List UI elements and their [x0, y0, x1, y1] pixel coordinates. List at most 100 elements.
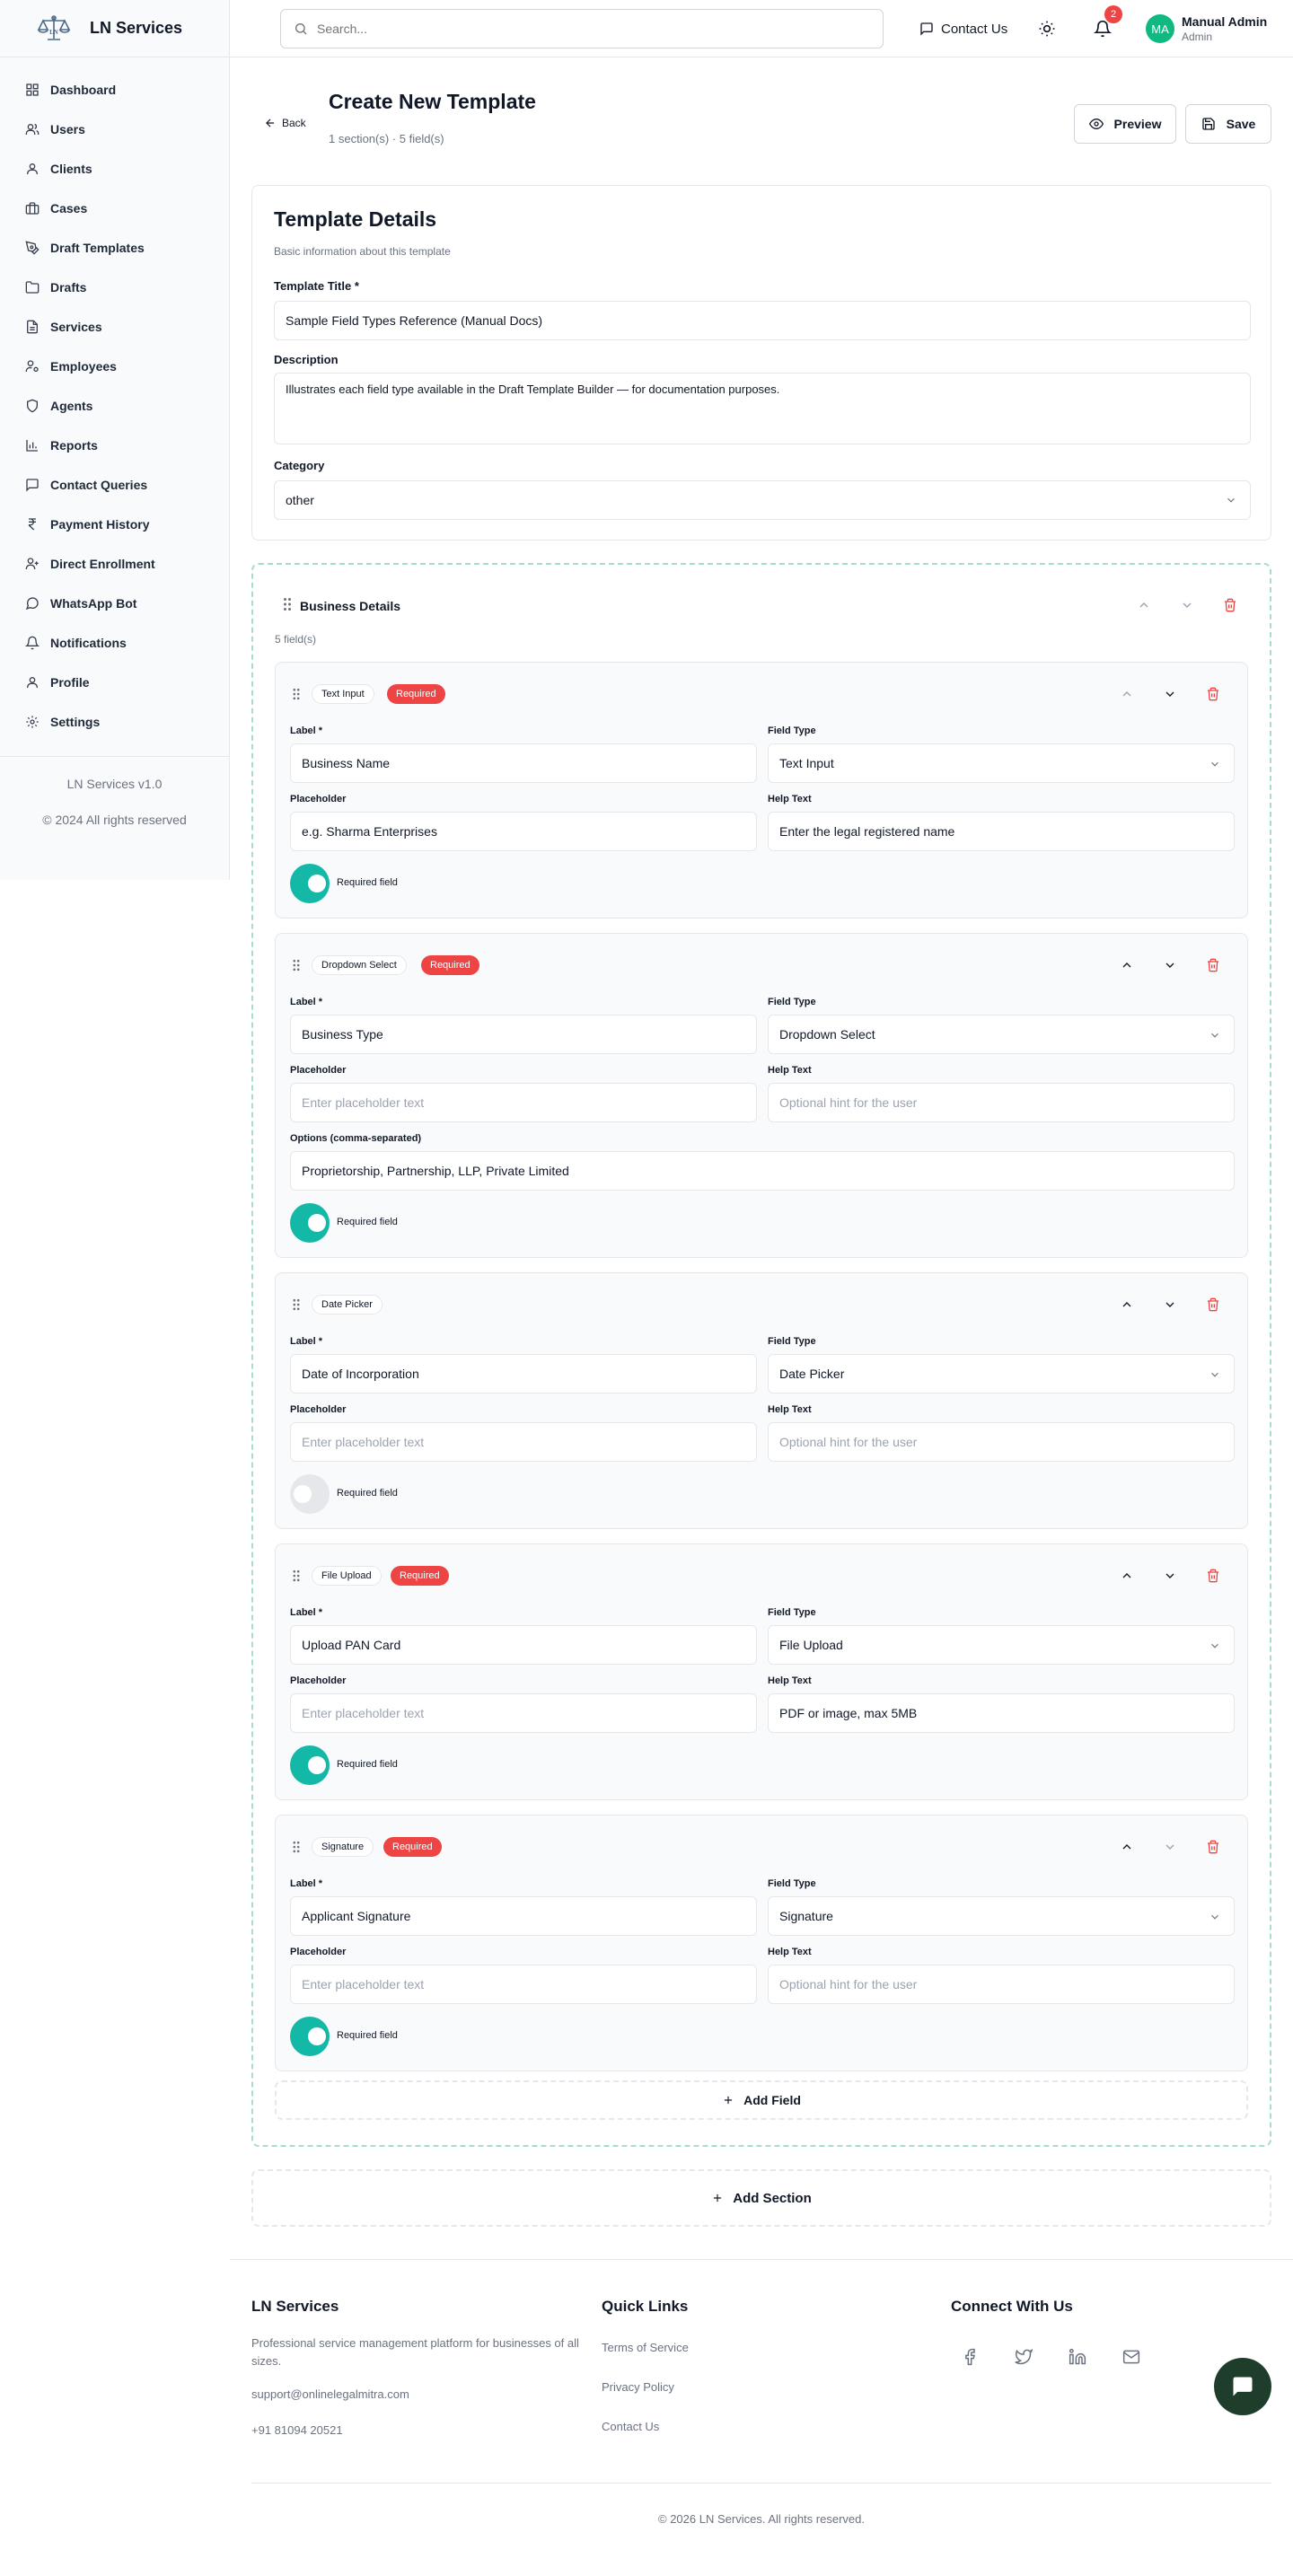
required-badge: Required — [387, 684, 445, 704]
field-type-select[interactable]: File Upload — [768, 1625, 1235, 1665]
sidebar-item-contact-queries[interactable]: Contact Queries — [0, 465, 229, 505]
add-field-button[interactable]: Add Field — [275, 2080, 1248, 2120]
required-toggle-label: Required field — [337, 1217, 398, 1227]
brand[interactable]: LN Services — [0, 0, 229, 57]
required-toggle[interactable] — [290, 1745, 330, 1785]
chevron-up-icon[interactable] — [1120, 687, 1134, 701]
sidebar-item-clients[interactable]: Clients — [0, 149, 229, 189]
sidebar-item-users[interactable]: Users — [0, 110, 229, 149]
gear-icon — [25, 715, 40, 729]
save-button[interactable]: Save — [1185, 104, 1271, 144]
sidebar-item-profile[interactable]: Profile — [0, 663, 229, 702]
label-input[interactable] — [290, 743, 757, 783]
facebook-icon[interactable] — [961, 2348, 979, 2366]
field-type-select[interactable]: Signature — [768, 1896, 1235, 1936]
drag-handle-icon[interactable] — [282, 597, 293, 611]
trash-icon[interactable] — [1206, 687, 1220, 701]
footer-link-privacy[interactable]: Privacy Policy — [602, 2380, 674, 2394]
linkedin-icon[interactable] — [1069, 2348, 1086, 2366]
sidebar-item-direct-enrollment[interactable]: Direct Enrollment — [0, 544, 229, 584]
category-select[interactable]: other — [274, 480, 1251, 520]
help-text-input[interactable] — [768, 1083, 1235, 1122]
mail-icon[interactable] — [1122, 2348, 1140, 2366]
footer-link-contact[interactable]: Contact Us — [602, 2420, 659, 2433]
add-section-button[interactable]: Add Section — [251, 2169, 1271, 2227]
trash-icon[interactable] — [1206, 1840, 1220, 1854]
chevron-up-icon[interactable] — [1137, 598, 1151, 612]
label-input[interactable] — [290, 1896, 757, 1936]
field-type-select[interactable]: Dropdown Select — [768, 1015, 1235, 1054]
footer-link-terms[interactable]: Terms of Service — [602, 2341, 689, 2354]
chevron-down-icon[interactable] — [1180, 598, 1194, 612]
chevron-up-icon[interactable] — [1120, 1297, 1134, 1312]
placeholder-input[interactable] — [290, 1083, 757, 1122]
required-toggle[interactable] — [290, 1474, 330, 1514]
footer-description: Professional service management platform… — [251, 2336, 579, 2368]
drag-handle-icon[interactable] — [292, 688, 301, 700]
options-input[interactable] — [290, 1151, 1235, 1191]
user-name[interactable]: Manual Admin — [1182, 14, 1267, 29]
required-toggle[interactable] — [290, 1203, 330, 1243]
drag-handle-icon[interactable] — [292, 959, 301, 971]
avatar[interactable]: MA — [1146, 14, 1174, 43]
sidebar-item-reports[interactable]: Reports — [0, 426, 229, 465]
field-type-select[interactable]: Text Input — [768, 743, 1235, 783]
footer-email[interactable]: support@onlinelegalmitra.com — [251, 2387, 409, 2401]
sidebar-item-cases[interactable]: Cases — [0, 189, 229, 228]
drag-handle-icon[interactable] — [292, 1841, 301, 1853]
chevron-up-icon[interactable] — [1120, 958, 1134, 972]
chevron-up-icon[interactable] — [1120, 1569, 1134, 1583]
placeholder-input[interactable] — [290, 1965, 757, 2004]
back-button[interactable]: Back — [264, 117, 306, 129]
template-title-input[interactable] — [274, 301, 1251, 340]
sidebar-item-draft-templates[interactable]: Draft Templates — [0, 228, 229, 268]
description-textarea[interactable]: Illustrates each field type available in… — [274, 373, 1251, 444]
sidebar-item-settings[interactable]: Settings — [0, 702, 229, 742]
sidebar-item-payment-history[interactable]: Payment History — [0, 505, 229, 544]
chevron-up-icon[interactable] — [1120, 1840, 1134, 1854]
required-toggle[interactable] — [290, 864, 330, 903]
label-input[interactable] — [290, 1015, 757, 1054]
chevron-down-icon[interactable] — [1163, 1569, 1177, 1583]
placeholder-input[interactable] — [290, 812, 757, 851]
help-text-input[interactable] — [768, 1693, 1235, 1733]
sidebar-item-agents[interactable]: Agents — [0, 386, 229, 426]
placeholder-input[interactable] — [290, 1422, 757, 1462]
help-text-input[interactable] — [768, 812, 1235, 851]
trash-icon[interactable] — [1206, 958, 1220, 972]
search-input[interactable] — [317, 22, 883, 36]
plus-icon — [722, 2094, 734, 2106]
trash-icon[interactable] — [1206, 1569, 1220, 1583]
twitter-icon[interactable] — [1015, 2348, 1033, 2366]
placeholder-input[interactable] — [290, 1693, 757, 1733]
chevron-down-icon[interactable] — [1163, 1840, 1177, 1854]
field-type-select[interactable]: Date Picker — [768, 1354, 1235, 1394]
sidebar-item-services[interactable]: Services — [0, 307, 229, 347]
contact-us-button[interactable]: Contact Us — [919, 16, 1007, 41]
toggle-knob — [294, 1485, 312, 1503]
search-box[interactable] — [280, 9, 884, 48]
sun-icon[interactable] — [1038, 20, 1056, 38]
help-text-input[interactable] — [768, 1422, 1235, 1462]
help-text-input[interactable] — [768, 1965, 1235, 2004]
required-toggle[interactable] — [290, 2017, 330, 2056]
preview-button[interactable]: Preview — [1074, 104, 1176, 144]
chevron-down-icon[interactable] — [1163, 687, 1177, 701]
label-input[interactable] — [290, 1625, 757, 1665]
drag-handle-icon[interactable] — [292, 1298, 301, 1311]
sidebar-item-employees[interactable]: Employees — [0, 347, 229, 386]
trash-icon[interactable] — [1223, 598, 1237, 612]
sidebar-item-whatsapp-bot[interactable]: WhatsApp Bot — [0, 584, 229, 623]
label-input[interactable] — [290, 1354, 757, 1394]
trash-icon[interactable] — [1206, 1297, 1220, 1312]
sidebar-item-label: Draft Templates — [50, 241, 145, 255]
sidebar-item-notifications[interactable]: Notifications — [0, 623, 229, 663]
chat-button[interactable] — [1214, 2358, 1271, 2415]
sidebar-item-dashboard[interactable]: Dashboard — [0, 70, 229, 110]
sidebar-item-drafts[interactable]: Drafts — [0, 268, 229, 307]
chevron-down-icon[interactable] — [1163, 958, 1177, 972]
chevron-down-icon[interactable] — [1163, 1297, 1177, 1312]
bar-chart-icon — [25, 438, 40, 453]
section-title[interactable]: Business Details — [300, 599, 400, 613]
drag-handle-icon[interactable] — [292, 1569, 301, 1582]
